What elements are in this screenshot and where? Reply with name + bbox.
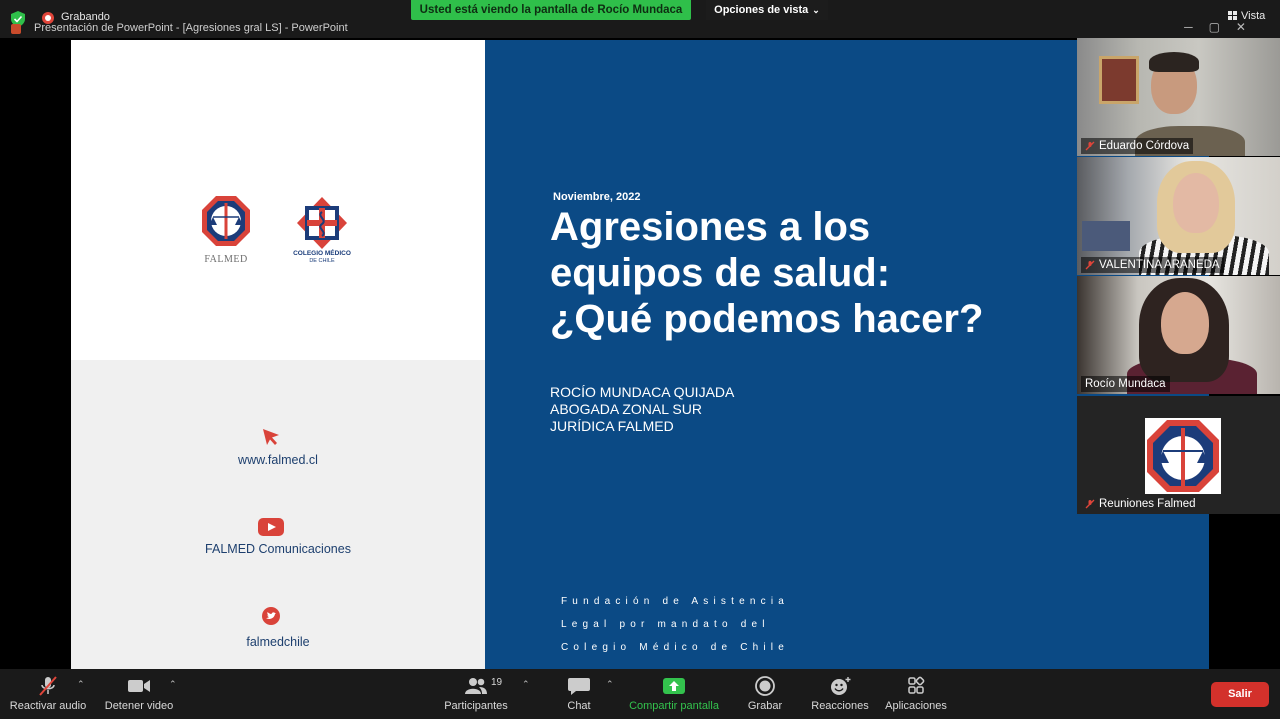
- screen-share-banner: Usted está viendo la pantalla de Rocío M…: [411, 0, 691, 20]
- share-screen-icon: [663, 678, 685, 694]
- muted-mic-icon: [1085, 260, 1095, 270]
- participant-name: Reuniones Falmed: [1099, 498, 1196, 510]
- falmed-logo-icon: [202, 196, 250, 246]
- falmed-logo-text: FALMED: [204, 254, 248, 265]
- youtube-channel-link[interactable]: FALMED Comunicaciones: [71, 542, 485, 556]
- record-button[interactable]: Grabar: [740, 669, 790, 719]
- wall-painting: [1099, 56, 1139, 104]
- foundation-line: Colegio Médico de Chile: [561, 642, 789, 653]
- participant-name: VALENTINA ARANEDA: [1099, 259, 1220, 271]
- participant-tile[interactable]: Reuniones Falmed: [1077, 396, 1280, 514]
- participant-name: Eduardo Córdova: [1099, 140, 1190, 152]
- participants-icon: [465, 678, 487, 694]
- participant-tile[interactable]: VALENTINA ARANEDA: [1077, 157, 1280, 275]
- smiley-reaction-icon: [831, 677, 851, 695]
- chat-button[interactable]: Chat: [554, 669, 604, 719]
- apps-icon: [908, 676, 925, 694]
- chat-bubble-icon: [568, 678, 590, 695]
- participants-count: 19: [491, 677, 503, 688]
- zoom-meeting-window: Grabando Presentación de PowerPoint - [A…: [0, 0, 1280, 719]
- falmed-avatar-icon: [1145, 418, 1221, 494]
- apps-button[interactable]: Aplicaciones: [880, 669, 952, 719]
- active-speaker-tile[interactable]: Rocío Mundaca: [1077, 276, 1280, 394]
- slide-foundation-tagline: Fundación de Asistencia Legal por mandat…: [561, 590, 789, 659]
- window-controls[interactable]: ─▢✕: [1184, 20, 1262, 34]
- unmute-audio-button[interactable]: Reactivar audio: [4, 669, 92, 719]
- meeting-toolbar: Reactivar audio ⌃ Detener video ⌃ Partic…: [0, 669, 1280, 719]
- twitter-handle-link[interactable]: falmedchile: [71, 635, 485, 649]
- share-screen-button[interactable]: Compartir pantalla: [624, 669, 724, 719]
- muted-mic-icon: [1085, 499, 1095, 509]
- muted-mic-icon: [1085, 141, 1095, 151]
- slide-logo-panel: FALMED COLEGIO MÉDICO DE CHILE: [71, 40, 485, 360]
- video-camera-icon: [128, 680, 150, 692]
- view-options-label: Opciones de vista: [714, 4, 809, 16]
- participant-name-label: Rocío Mundaca: [1081, 376, 1170, 392]
- record-label: Grabar: [747, 700, 783, 712]
- shared-slide: FALMED COLEGIO MÉDICO DE CHILE www.falme…: [71, 40, 1209, 669]
- participant-name-label: Reuniones Falmed: [1081, 496, 1200, 512]
- stop-video-button[interactable]: Detener video: [98, 669, 180, 719]
- audio-options-caret[interactable]: ⌃: [77, 679, 85, 690]
- stop-video-label: Detener video: [104, 700, 174, 712]
- participant-name: Rocío Mundaca: [1085, 378, 1166, 390]
- share-screen-label: Compartir pantalla: [629, 700, 719, 712]
- person-head: [1161, 292, 1209, 354]
- author-department: JURÍDICA FALMED: [550, 418, 674, 434]
- chat-label: Chat: [567, 700, 591, 712]
- author-role: ABOGADA ZONAL SUR: [550, 401, 702, 417]
- apps-label: Aplicaciones: [885, 700, 947, 712]
- muted-mic-icon: [39, 676, 57, 696]
- person-hair: [1149, 52, 1199, 72]
- unmute-audio-label: Reactivar audio: [9, 700, 87, 712]
- leave-meeting-button[interactable]: Salir: [1211, 682, 1269, 707]
- participant-name-label: Eduardo Córdova: [1081, 138, 1194, 154]
- foundation-line: Fundación de Asistencia: [561, 596, 790, 607]
- top-bar: Grabando Presentación de PowerPoint - [A…: [0, 0, 1280, 38]
- chat-options-caret[interactable]: ⌃: [606, 679, 614, 690]
- colegio-medico-logo-text: COLEGIO MÉDICO: [293, 250, 351, 257]
- cursor-icon: [263, 429, 279, 445]
- gallery-grid-icon: [1228, 11, 1237, 20]
- window-title: Presentación de PowerPoint - [Agresiones…: [34, 22, 348, 34]
- powerpoint-icon: [11, 24, 21, 34]
- reactions-label: Reacciones: [811, 700, 869, 712]
- participant-name-label: VALENTINA ARANEDA: [1081, 257, 1224, 273]
- participants-button[interactable]: Participantes: [438, 669, 514, 719]
- twitter-icon: [262, 607, 280, 625]
- colegio-medico-logo-subtext: DE CHILE: [309, 258, 335, 264]
- foundation-line: Legal por mandato del: [561, 619, 770, 630]
- bookshelf: [1082, 221, 1130, 251]
- youtube-icon: [258, 518, 284, 536]
- participant-tile[interactable]: Eduardo Córdova: [1077, 38, 1280, 156]
- website-link[interactable]: www.falmed.cl: [71, 453, 485, 467]
- reactions-button[interactable]: Reacciones: [808, 669, 872, 719]
- video-options-caret[interactable]: ⌃: [169, 679, 177, 690]
- view-options-button[interactable]: Opciones de vista ⌄: [706, 0, 828, 20]
- slide-author: ROCÍO MUNDACA QUIJADA ABOGADA ZONAL SUR …: [550, 384, 734, 435]
- slide-contact-panel: www.falmed.cl FALMED Comunicaciones falm…: [71, 360, 485, 669]
- chevron-down-icon: ⌄: [812, 5, 820, 15]
- participants-options-caret[interactable]: ⌃: [522, 679, 530, 690]
- slide-date: Noviembre, 2022: [553, 191, 641, 203]
- colegio-medico-logo-icon: [297, 197, 347, 249]
- record-icon: [755, 676, 775, 696]
- participants-label: Participantes: [444, 700, 508, 712]
- author-name: ROCÍO MUNDACA QUIJADA: [550, 384, 735, 400]
- person-head: [1173, 173, 1219, 233]
